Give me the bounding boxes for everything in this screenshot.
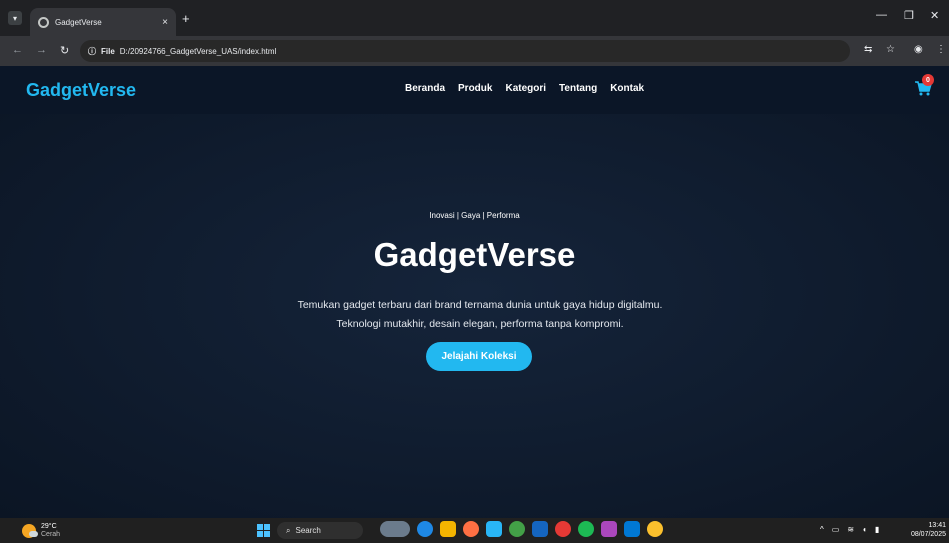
- menu-item-produk[interactable]: Produk: [458, 83, 492, 94]
- menu-item-kategori[interactable]: Kategori: [505, 83, 546, 94]
- app-icon[interactable]: [601, 521, 617, 537]
- menu-item-kontak[interactable]: Kontak: [610, 83, 644, 94]
- browser-tab-strip: ▾ GadgetVerse × + — ❐ ✕: [0, 0, 949, 36]
- site-navbar: GadgetVerse Beranda Produk Kategori Tent…: [0, 66, 949, 114]
- tab-search-icon[interactable]: ▾: [8, 11, 22, 25]
- search-icon: ⌕: [286, 525, 291, 535]
- weather-sun-icon: [22, 524, 38, 538]
- menu-item-beranda[interactable]: Beranda: [405, 83, 445, 94]
- browser-tab[interactable]: GadgetVerse ×: [30, 8, 176, 36]
- back-icon[interactable]: ←: [12, 44, 23, 56]
- battery-icon[interactable]: ▭: [832, 525, 840, 534]
- bookmark-star-icon[interactable]: ☆: [886, 44, 895, 55]
- system-tray: ^ ▭ ≋ ◖ ▮: [820, 525, 879, 534]
- clock-time: 13:41: [928, 522, 946, 529]
- close-tab-icon[interactable]: ×: [162, 17, 168, 28]
- taskbar: 29°C Cerah ⌕ Search ^ ▭ ≋ ◖ ▮ 13:41 08/0…: [0, 518, 949, 543]
- browser-menu-icon[interactable]: ⋮: [936, 44, 946, 55]
- weather-widget[interactable]: 29°C Cerah: [22, 523, 60, 539]
- forward-icon[interactable]: →: [36, 44, 47, 56]
- windows-start-icon[interactable]: [257, 524, 270, 537]
- hero-description: Temukan gadget terbaru dari brand ternam…: [297, 299, 663, 330]
- brand-logo[interactable]: GadgetVerse: [26, 80, 136, 101]
- spotify-icon[interactable]: [578, 521, 594, 537]
- taskbar-apps: [380, 521, 663, 537]
- wifi-icon[interactable]: ≋: [847, 525, 854, 534]
- hero-section: Inovasi | Gaya | Performa GadgetVerse Te…: [0, 114, 949, 518]
- menu-item-tentang[interactable]: Tentang: [559, 83, 597, 94]
- weather-text: 29°C Cerah: [41, 523, 60, 539]
- taskbar-search[interactable]: ⌕ Search: [277, 522, 363, 539]
- reload-icon[interactable]: ↻: [60, 44, 69, 57]
- cart-button[interactable]: 0: [914, 74, 934, 98]
- weather-desc: Cerah: [41, 531, 61, 538]
- widgets-icon[interactable]: [380, 521, 410, 537]
- whatsapp-icon[interactable]: [509, 521, 525, 537]
- volume-icon[interactable]: ◖: [862, 525, 867, 534]
- hero-tagline: Inovasi | Gaya | Performa: [429, 211, 520, 220]
- hero-title: GadgetVerse: [373, 236, 576, 273]
- taskbar-clock[interactable]: 13:41 08/07/2025: [908, 521, 946, 539]
- address-bar[interactable]: ⓘ File D:/20924766_GadgetVerse_UAS/index…: [80, 40, 850, 62]
- edge-icon[interactable]: [417, 521, 433, 537]
- word-icon[interactable]: [532, 521, 548, 537]
- profile-icon[interactable]: ◉: [914, 44, 923, 55]
- url-text[interactable]: D:/20924766_GadgetVerse_UAS/index.html: [120, 47, 277, 56]
- vscode-icon[interactable]: [624, 521, 640, 537]
- maximize-icon[interactable]: ❐: [904, 9, 914, 22]
- main-menu: Beranda Produk Kategori Tentang Kontak: [405, 83, 644, 94]
- translate-icon[interactable]: ⇆: [864, 44, 872, 55]
- minimize-icon[interactable]: —: [876, 9, 887, 21]
- chrome-icon[interactable]: [555, 521, 571, 537]
- file-explorer-icon[interactable]: [440, 521, 456, 537]
- web-page: GadgetVerse Beranda Produk Kategori Tent…: [0, 66, 949, 518]
- tray-chevron-icon[interactable]: ^: [820, 525, 824, 534]
- store-icon[interactable]: [486, 521, 502, 537]
- tab-title: GadgetVerse: [55, 17, 102, 27]
- explore-collection-button[interactable]: Jelajahi Koleksi: [426, 342, 532, 371]
- globe-icon: [38, 16, 49, 28]
- chrome-active-icon[interactable]: [647, 521, 663, 537]
- cart-count-badge: 0: [922, 74, 934, 86]
- search-label: Search: [295, 526, 321, 535]
- browser-toolbar: ← → ↻ ⓘ File D:/20924766_GadgetVerse_UAS…: [0, 36, 949, 66]
- file-chip[interactable]: File: [101, 47, 115, 56]
- power-icon[interactable]: ▮: [875, 525, 879, 534]
- new-tab-button[interactable]: +: [182, 11, 190, 26]
- site-info-icon[interactable]: ⓘ: [88, 46, 96, 57]
- firefox-icon[interactable]: [463, 521, 479, 537]
- clock-date: 08/07/2025: [910, 531, 946, 538]
- weather-temp: 29°C: [41, 523, 57, 530]
- close-window-icon[interactable]: ✕: [930, 9, 939, 22]
